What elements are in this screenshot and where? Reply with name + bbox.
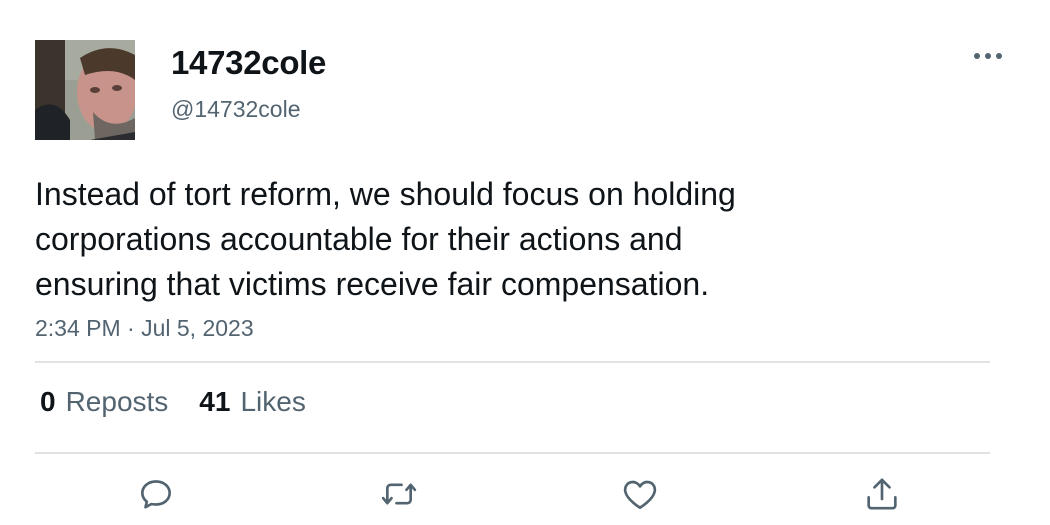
tweet-card: 14732cole @14732cole Instead of tort ref… [0, 0, 1050, 525]
comment-bubble-icon [141, 480, 171, 509]
share-upload-icon [867, 478, 897, 510]
repost-button[interactable] [377, 474, 421, 514]
display-name[interactable]: 14732cole [171, 44, 326, 82]
heart-icon [623, 480, 657, 509]
likes-stat[interactable]: 41 Likes [199, 386, 306, 418]
divider [35, 361, 990, 363]
reposts-stat[interactable]: 0 Reposts [40, 386, 168, 418]
repost-arrows-icon [381, 483, 417, 505]
share-button[interactable] [860, 474, 904, 514]
tweet-text: Instead of tort reform, we should focus … [35, 176, 736, 302]
avatar[interactable] [35, 40, 135, 140]
likes-count: 41 [199, 386, 231, 417]
avatar-photo [35, 40, 135, 140]
reply-button[interactable] [134, 474, 178, 514]
more-options-button[interactable] [968, 40, 1008, 72]
divider [35, 452, 990, 454]
user-handle[interactable]: @14732cole [171, 96, 301, 123]
like-button[interactable] [618, 474, 662, 514]
tweet-timestamp[interactable]: 2:34 PM · Jul 5, 2023 [35, 315, 254, 342]
more-horizontal-icon [974, 53, 1002, 59]
engagement-stats: 0 Reposts 41 Likes [40, 386, 306, 418]
reposts-label: Reposts [65, 386, 169, 417]
likes-label: Likes [240, 386, 306, 417]
reposts-count: 0 [40, 386, 56, 417]
